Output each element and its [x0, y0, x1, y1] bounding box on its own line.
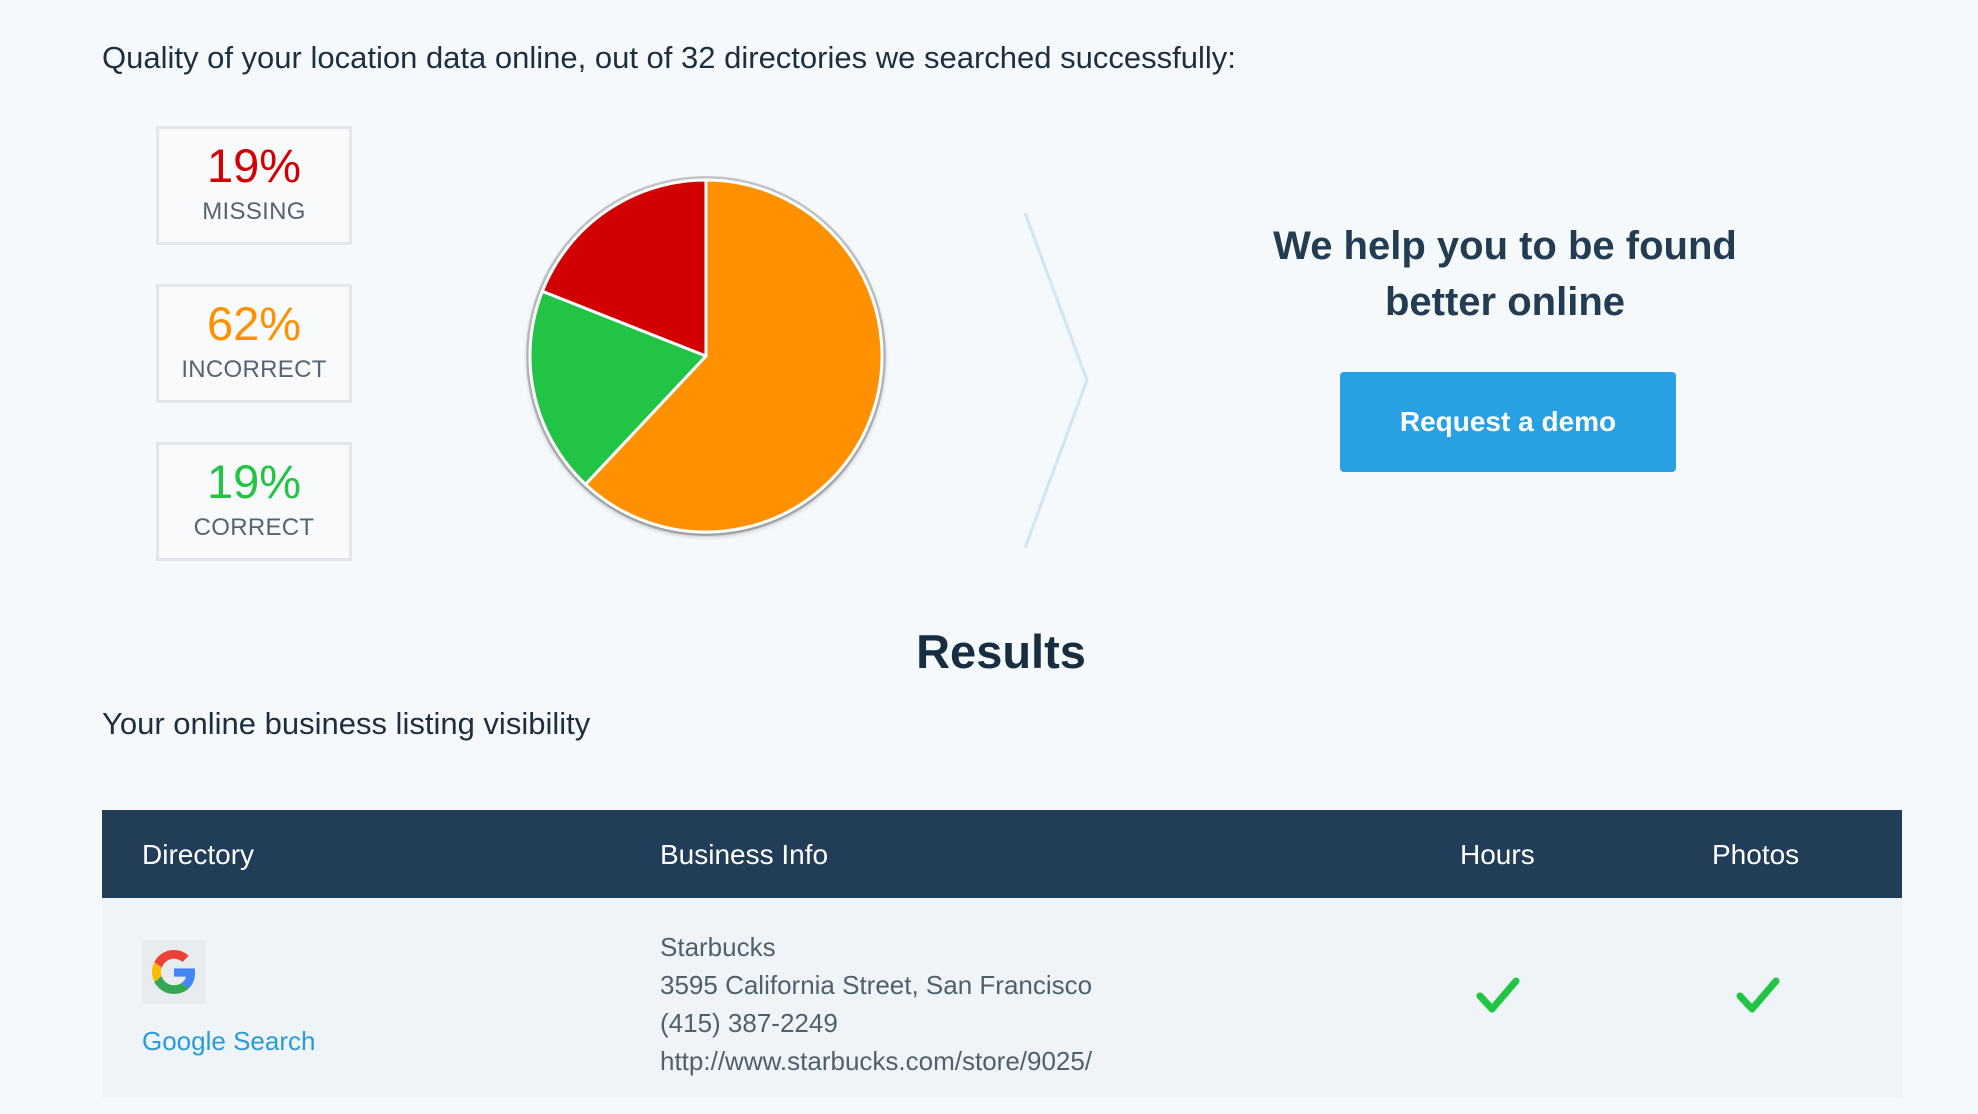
hours-check-icon: [1476, 977, 1520, 1013]
table-header: Directory Business Info Hours Photos: [102, 810, 1902, 898]
pie-chart: [526, 176, 886, 536]
business-address: 3595 California Street, San Francisco: [660, 970, 1093, 1000]
table-row: Google Search Starbucks 3595 California …: [102, 898, 1902, 1098]
stat-incorrect-label: INCORRECT: [181, 356, 327, 383]
google-icon: [142, 940, 206, 1004]
stat-missing-pct: 19%: [206, 139, 302, 192]
results-subtitle: Your online business listing visibility: [102, 706, 591, 741]
business-phone: (415) 387-2249: [660, 1008, 838, 1038]
business-name: Starbucks: [660, 932, 776, 962]
stat-incorrect: 62% INCORRECT: [156, 284, 352, 403]
cta-title: We help you to be found better online: [1230, 218, 1780, 330]
cta-title-line2: better online: [1384, 280, 1626, 324]
results-title: Results: [916, 625, 1086, 678]
stat-correct-pct: 19%: [206, 455, 302, 508]
results-table: Directory Business Info Hours Photos Goo…: [102, 810, 1902, 1098]
stat-incorrect-pct: 62%: [206, 297, 302, 350]
photos-check-icon: [1736, 977, 1780, 1013]
chevron-divider-icon: [1023, 212, 1089, 549]
column-hours: Hours: [1460, 839, 1535, 870]
directory-link-google-search[interactable]: Google Search: [142, 1026, 315, 1057]
stat-correct: 19% CORRECT: [156, 442, 352, 561]
intro-text: Quality of your location data online, ou…: [102, 40, 1236, 75]
cta-title-line1: We help you to be found: [1273, 224, 1737, 268]
business-url: http://www.starbucks.com/store/9025/: [660, 1046, 1093, 1076]
request-demo-button[interactable]: Request a demo: [1340, 372, 1676, 472]
column-photos: Photos: [1712, 839, 1800, 870]
column-directory: Directory: [142, 839, 255, 870]
business-info: Starbucks 3595 California Street, San Fr…: [660, 928, 1092, 1080]
column-business-info: Business Info: [660, 839, 829, 870]
stat-missing: 19% MISSING: [156, 126, 352, 245]
stat-correct-label: CORRECT: [193, 514, 315, 541]
stat-missing-label: MISSING: [202, 198, 306, 225]
